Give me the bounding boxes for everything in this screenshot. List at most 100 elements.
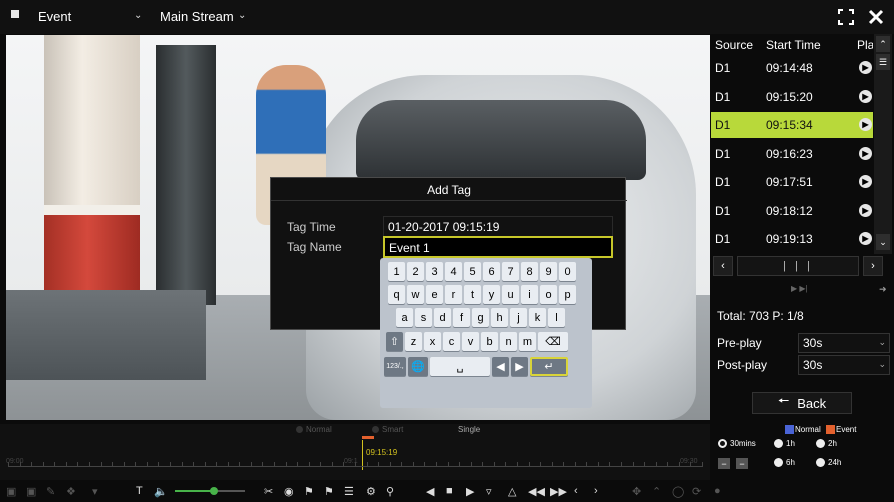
key-v[interactable]: v <box>462 332 479 351</box>
space-key-icon[interactable]: ␣ <box>430 357 490 376</box>
event-row[interactable]: D1 09:17:51 ▶ <box>711 169 873 195</box>
scroll-up-icon[interactable]: ⌃ <box>876 36 890 52</box>
play-event-icon[interactable]: ▶ <box>859 203 872 217</box>
close-icon[interactable] <box>864 4 888 30</box>
key-q[interactable]: q <box>388 285 405 304</box>
key-a[interactable]: a <box>396 308 413 327</box>
key-w[interactable]: w <box>407 285 424 304</box>
page-track-icon[interactable]: | | | <box>737 256 859 276</box>
page-skip-icons[interactable]: ▶ ▶| <box>791 284 808 293</box>
key-9[interactable]: 9 <box>540 262 557 281</box>
right-arrow-key-icon[interactable]: ▶ <box>511 357 528 376</box>
event-row[interactable]: D1 09:15:20 ▶ <box>711 84 873 110</box>
slow-forward-icon[interactable]: ▿ <box>486 483 492 499</box>
key-3[interactable]: 3 <box>426 262 443 281</box>
previous-icon[interactable]: ‹ <box>574 483 578 499</box>
stream-chevron-down-icon[interactable]: ⌄ <box>238 10 246 21</box>
range-1h-option[interactable]: 1h <box>774 439 795 448</box>
next-icon[interactable]: › <box>594 483 598 499</box>
scroll-thumb-icon[interactable]: ☰ <box>876 54 890 70</box>
key-g[interactable]: g <box>472 308 489 327</box>
mode-normal-option[interactable]: Normal <box>296 425 332 434</box>
key-b[interactable]: b <box>481 332 498 351</box>
add-tag-icon[interactable]: ⚑ <box>304 483 314 499</box>
zoom-out-icon[interactable]: − <box>718 458 730 469</box>
volume-icon[interactable]: 🔈 <box>154 483 168 499</box>
range-6h-option[interactable]: 6h <box>774 458 795 467</box>
record-dot-icon[interactable]: ● <box>714 483 721 499</box>
digital-zoom-icon[interactable]: ❖ <box>66 483 76 499</box>
ptz-zoom-icon[interactable]: ⌃ <box>652 483 661 499</box>
key-j[interactable]: j <box>510 308 527 327</box>
key-7[interactable]: 7 <box>502 262 519 281</box>
key-5[interactable]: 5 <box>464 262 481 281</box>
clip-icon[interactable]: ✂ <box>264 483 273 499</box>
key-m[interactable]: m <box>519 332 536 351</box>
enter-key-icon[interactable]: ↵ <box>530 357 568 376</box>
backspace-key-icon[interactable]: ⌫ <box>538 332 568 351</box>
ptz-focus-icon[interactable]: ⟳ <box>692 483 701 499</box>
stop-icon[interactable]: ■ <box>446 483 453 499</box>
event-row[interactable]: D1 09:19:13 ▶ <box>711 226 873 252</box>
event-row[interactable]: D1 09:18:12 ▶ <box>711 198 873 224</box>
key-o[interactable]: o <box>540 285 557 304</box>
key-z[interactable]: z <box>405 332 422 351</box>
window-split-icon[interactable]: ▣ <box>6 483 16 499</box>
reverse-play-icon[interactable]: ◀ <box>426 483 434 499</box>
zoom-in-icon[interactable]: − <box>736 458 748 469</box>
back-button[interactable]: 🠔 Back <box>752 392 852 414</box>
frame-step-icon[interactable]: △ <box>508 483 516 499</box>
key-r[interactable]: r <box>445 285 462 304</box>
range-2h-option[interactable]: 2h <box>816 439 837 448</box>
key-0[interactable]: 0 <box>559 262 576 281</box>
play-event-icon[interactable]: ▶ <box>859 89 872 103</box>
custom-tag-icon[interactable]: ⚑ <box>324 483 334 499</box>
key-p[interactable]: p <box>559 285 576 304</box>
key-l[interactable]: l <box>548 308 565 327</box>
mode-selector-label[interactable]: Event <box>38 9 71 24</box>
key-y[interactable]: y <box>483 285 500 304</box>
key-i[interactable]: i <box>521 285 538 304</box>
globe-key-icon[interactable]: 🌐 <box>408 357 428 376</box>
play-icon[interactable]: ▶ <box>466 483 474 499</box>
play-event-icon[interactable]: ▶ <box>859 232 872 245</box>
scroll-down-icon[interactable]: ⌄ <box>876 234 890 250</box>
preplay-select[interactable]: 30s ⌄ <box>798 333 890 353</box>
tag-name-input[interactable]: Event 1 <box>383 236 613 258</box>
volume-slider[interactable] <box>175 487 245 495</box>
play-event-icon[interactable]: ▶ <box>859 61 872 74</box>
play-event-icon[interactable]: ▶ <box>859 118 872 131</box>
stream-selector-label[interactable]: Main Stream <box>160 9 234 24</box>
play-event-icon[interactable]: ▶ <box>859 175 872 188</box>
page-go-icon[interactable]: ➜ <box>879 284 887 295</box>
mode-smart-option[interactable]: Smart <box>372 425 403 434</box>
page-next-icon[interactable]: › <box>863 256 883 276</box>
key-h[interactable]: h <box>491 308 508 327</box>
play-event-icon[interactable]: ▶ <box>859 146 872 160</box>
edit-icon[interactable]: ✎ <box>46 483 55 499</box>
text-overlay-icon[interactable]: T <box>136 483 143 499</box>
crop-icon[interactable]: ▣ <box>26 483 36 499</box>
timeline-bar[interactable]: Normal Smart Single 09:15:19 09:00 09:1 … <box>0 424 710 480</box>
key-d[interactable]: d <box>434 308 451 327</box>
volume-knob[interactable] <box>209 487 218 495</box>
key-1[interactable]: 1 <box>388 262 405 281</box>
fast-forward-icon[interactable]: ▶▶ <box>550 483 567 499</box>
key-s[interactable]: s <box>415 308 432 327</box>
key-t[interactable]: t <box>464 285 481 304</box>
shift-key-icon[interactable]: ⇧ <box>386 332 403 351</box>
range-30mins-option[interactable]: 30mins <box>718 439 756 448</box>
key-x[interactable]: x <box>424 332 441 351</box>
key-k[interactable]: k <box>529 308 546 327</box>
event-row[interactable]: D1 09:16:23 ▶ <box>711 141 873 167</box>
ptz-move-icon[interactable]: ✥ <box>632 483 641 499</box>
key-2[interactable]: 2 <box>407 262 424 281</box>
key-e[interactable]: e <box>426 285 443 304</box>
mode-chevron-down-icon[interactable]: ⌄ <box>134 10 142 21</box>
key-8[interactable]: 8 <box>521 262 538 281</box>
key-c[interactable]: c <box>443 332 460 351</box>
left-arrow-key-icon[interactable]: ◀ <box>492 357 509 376</box>
snapshot-icon[interactable]: ◉ <box>284 483 294 499</box>
dropdown-chevron-icon[interactable]: ▾ <box>92 483 98 499</box>
fullscreen-icon[interactable] <box>834 4 858 30</box>
